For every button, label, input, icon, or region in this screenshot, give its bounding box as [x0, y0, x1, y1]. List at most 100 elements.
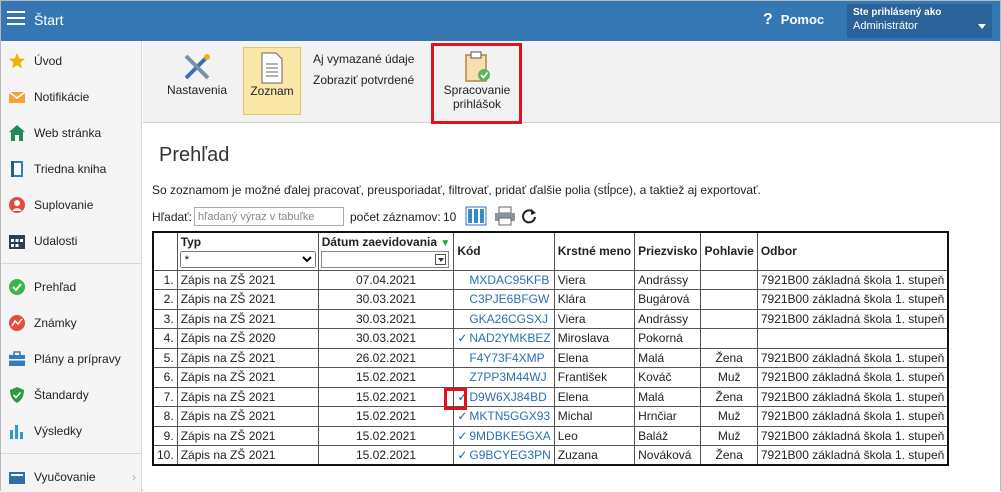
sidebar-item-label: Výsledky	[34, 424, 83, 438]
row-number: 1.	[152, 269, 178, 290]
cell-kod[interactable]: ✓ 9MDBKE5GXA	[453, 425, 555, 446]
code-link[interactable]: G9BCYEG3PN	[469, 448, 550, 462]
table-row[interactable]: 7. Zápis na ZŠ 2021 15.02.2021 ✓ D9W6XJ84BD E…	[152, 386, 949, 407]
code-link[interactable]: NAD2YMKBEZ	[469, 331, 550, 345]
cell-kod[interactable]: F4Y73F4XMP	[453, 347, 555, 368]
cell-pohlavie: Žena	[700, 445, 758, 466]
sidebar-item-znamky[interactable]: Známky	[1, 308, 142, 338]
row-number: 8.	[152, 406, 178, 427]
table-row[interactable]: 2. Zápis na ZŠ 2021 30.03.2021 C3PJE6BFGW Kl…	[152, 289, 949, 310]
sidebar-item-web-stranka[interactable]: Web stránka	[1, 118, 142, 148]
cell-odbor: 7921B00 základná škola 1. stupeň	[756, 289, 949, 310]
cell-kod[interactable]: ✓ MKTN5GGX93	[453, 406, 555, 427]
table-row[interactable]: 5. Zápis na ZŠ 2021 26.02.2021 F4Y73F4XMP El…	[152, 347, 949, 368]
sidebar-item-prehlad[interactable]: Prehľad	[1, 272, 142, 302]
record-count-value: 10	[443, 210, 457, 224]
check-circle-icon	[9, 279, 25, 295]
cell-kod[interactable]: ✓ D9W6XJ84BD	[453, 386, 555, 407]
chevron-down-icon	[978, 24, 986, 29]
sidebar-item-uvod[interactable]: Úvod	[1, 46, 142, 76]
cell-datum: 30.03.2021	[317, 289, 455, 310]
show-confirmed-link[interactable]: Zobraziť potvrdené	[313, 73, 414, 87]
column-header-priezvisko[interactable]: Priezvisko	[634, 231, 702, 271]
refresh-icon[interactable]	[521, 208, 537, 224]
sidebar-item-label: Vyučovanie	[34, 470, 96, 484]
code-link[interactable]: 9MDBKE5GXA	[469, 429, 550, 443]
cell-pohlavie: Žena	[700, 386, 758, 407]
code-link[interactable]: MXDAC95KFB	[469, 273, 549, 287]
columns-icon[interactable]	[465, 206, 487, 226]
row-number: 7.	[152, 386, 178, 407]
sidebar-item-label: Notifikácie	[34, 90, 90, 104]
sidebar-item-label: Udalosti	[34, 234, 78, 248]
table-row[interactable]: 6. Zápis na ZŠ 2021 15.02.2021 Z7PP3M44WJ Fr…	[152, 367, 949, 388]
column-header-datum-label: Dátum zaevidovania	[321, 234, 438, 249]
cell-odbor	[756, 328, 949, 349]
code-link[interactable]: C3PJE6BFGW	[469, 292, 549, 306]
record-count-label: počet záznamov:	[350, 210, 441, 224]
cell-kod[interactable]: MXDAC95KFB	[453, 269, 555, 290]
sidebar-item-vyucovanie[interactable]: Vyučovanie ›	[1, 462, 142, 492]
row-number: 5.	[152, 347, 178, 368]
cell-kod[interactable]: Z7PP3M44WJ	[453, 367, 555, 388]
sidebar-item-suplovanie[interactable]: Suplovanie	[1, 190, 142, 220]
code-link[interactable]: Z7PP3M44WJ	[469, 370, 546, 384]
cell-pohlavie: Muž	[700, 425, 758, 446]
sidebar-item-udalosti[interactable]: Udalosti	[1, 226, 142, 256]
code-link[interactable]: D9W6XJ84BD	[469, 390, 546, 404]
typ-filter-select[interactable]: *	[179, 251, 316, 269]
book-icon	[11, 161, 23, 177]
confirmed-check-icon: ✓	[457, 448, 468, 462]
code-link[interactable]: GKA26CGSXJ	[469, 312, 548, 326]
column-header-kod[interactable]: Kód	[453, 231, 555, 271]
table-row[interactable]: 10. Zápis na ZŠ 2021 15.02.2021 ✓ G9BCYEG3PN…	[152, 445, 949, 466]
cell-typ: Zápis na ZŠ 2021	[176, 367, 319, 388]
cell-datum: 07.04.2021	[317, 269, 455, 290]
bar-chart-icon	[10, 425, 23, 439]
hamburger-menu-icon[interactable]	[7, 11, 25, 27]
column-header-datum[interactable]: Dátum zaevidovania ▼	[317, 231, 455, 250]
datum-filter-input[interactable]	[320, 251, 449, 269]
code-link[interactable]: F4Y73F4XMP	[469, 351, 544, 365]
cell-typ: Zápis na ZŠ 2021	[176, 425, 319, 446]
cell-krstne-meno: Miroslava	[553, 328, 636, 349]
cell-kod[interactable]: GKA26CGSXJ	[453, 308, 555, 329]
table-row[interactable]: 1. Zápis na ZŠ 2021 07.04.2021 MXDAC95KFB Vi…	[152, 269, 949, 290]
show-deleted-link[interactable]: Aj vymazané údaje	[313, 52, 414, 66]
cell-pohlavie: Muž	[700, 406, 758, 427]
sidebar-item-label: Plány a prípravy	[34, 352, 121, 366]
cell-kod[interactable]: ✓ NAD2YMKBEZ	[453, 328, 555, 349]
table-row[interactable]: 8. Zápis na ZŠ 2021 15.02.2021 ✓ MKTN5GGX93 M…	[152, 406, 949, 427]
app-title[interactable]: Štart	[34, 12, 64, 28]
cell-priezvisko: Kováč	[634, 367, 702, 388]
help-button[interactable]: ? Pomoc	[763, 11, 824, 29]
sidebar-item-standardy[interactable]: Štandardy	[1, 380, 142, 410]
sidebar-item-triedna-kniha[interactable]: Triedna kniha	[1, 154, 142, 184]
cell-kod[interactable]: ✓ G9BCYEG3PN	[453, 445, 555, 466]
column-header-odbor[interactable]: Odbor	[756, 231, 949, 271]
column-header-krstne-meno[interactable]: Krstné meno	[553, 231, 636, 271]
sidebar-item-plany-a-pripravy[interactable]: Plány a prípravy	[1, 344, 142, 374]
user-menu[interactable]: Ste prihlásený ako Administrátor	[847, 4, 992, 38]
print-icon[interactable]	[494, 206, 516, 226]
column-header-pohlavie[interactable]: Pohlavie	[700, 231, 758, 271]
cell-kod[interactable]: C3PJE6BFGW	[453, 289, 555, 310]
table-row[interactable]: 3. Zápis na ZŠ 2021 30.03.2021 GKA26CGSXJ Vi…	[152, 308, 949, 329]
sidebar-divider	[1, 453, 142, 454]
sidebar-item-notifikacie[interactable]: Notifikácie	[1, 82, 142, 112]
search-input[interactable]	[194, 207, 344, 226]
cell-odbor: 7921B00 základná škola 1. stupeň	[756, 425, 949, 446]
cell-typ: Zápis na ZŠ 2021	[176, 289, 319, 310]
settings-button[interactable]: Nastavenia	[161, 51, 233, 115]
sidebar-item-label: Prehľad	[34, 280, 77, 294]
list-button[interactable]: Zoznam	[243, 47, 301, 115]
code-link[interactable]: MKTN5GGX93	[469, 409, 550, 423]
table-row[interactable]: 9. Zápis na ZŠ 2021 15.02.2021 ✓ 9MDBKE5GXA L…	[152, 425, 949, 446]
settings-label: Nastavenia	[166, 83, 228, 97]
dropdown-icon[interactable]	[434, 254, 446, 266]
sidebar-divider	[1, 263, 142, 264]
column-header-typ[interactable]: Typ	[176, 231, 319, 250]
table-row[interactable]: 4. Zápis na ZŠ 2020 30.03.2021 ✓ NAD2YMKBEZ M…	[152, 328, 949, 349]
sidebar-item-vysledky[interactable]: Výsledky	[1, 416, 142, 446]
cell-krstne-meno: Zuzana	[553, 445, 636, 466]
